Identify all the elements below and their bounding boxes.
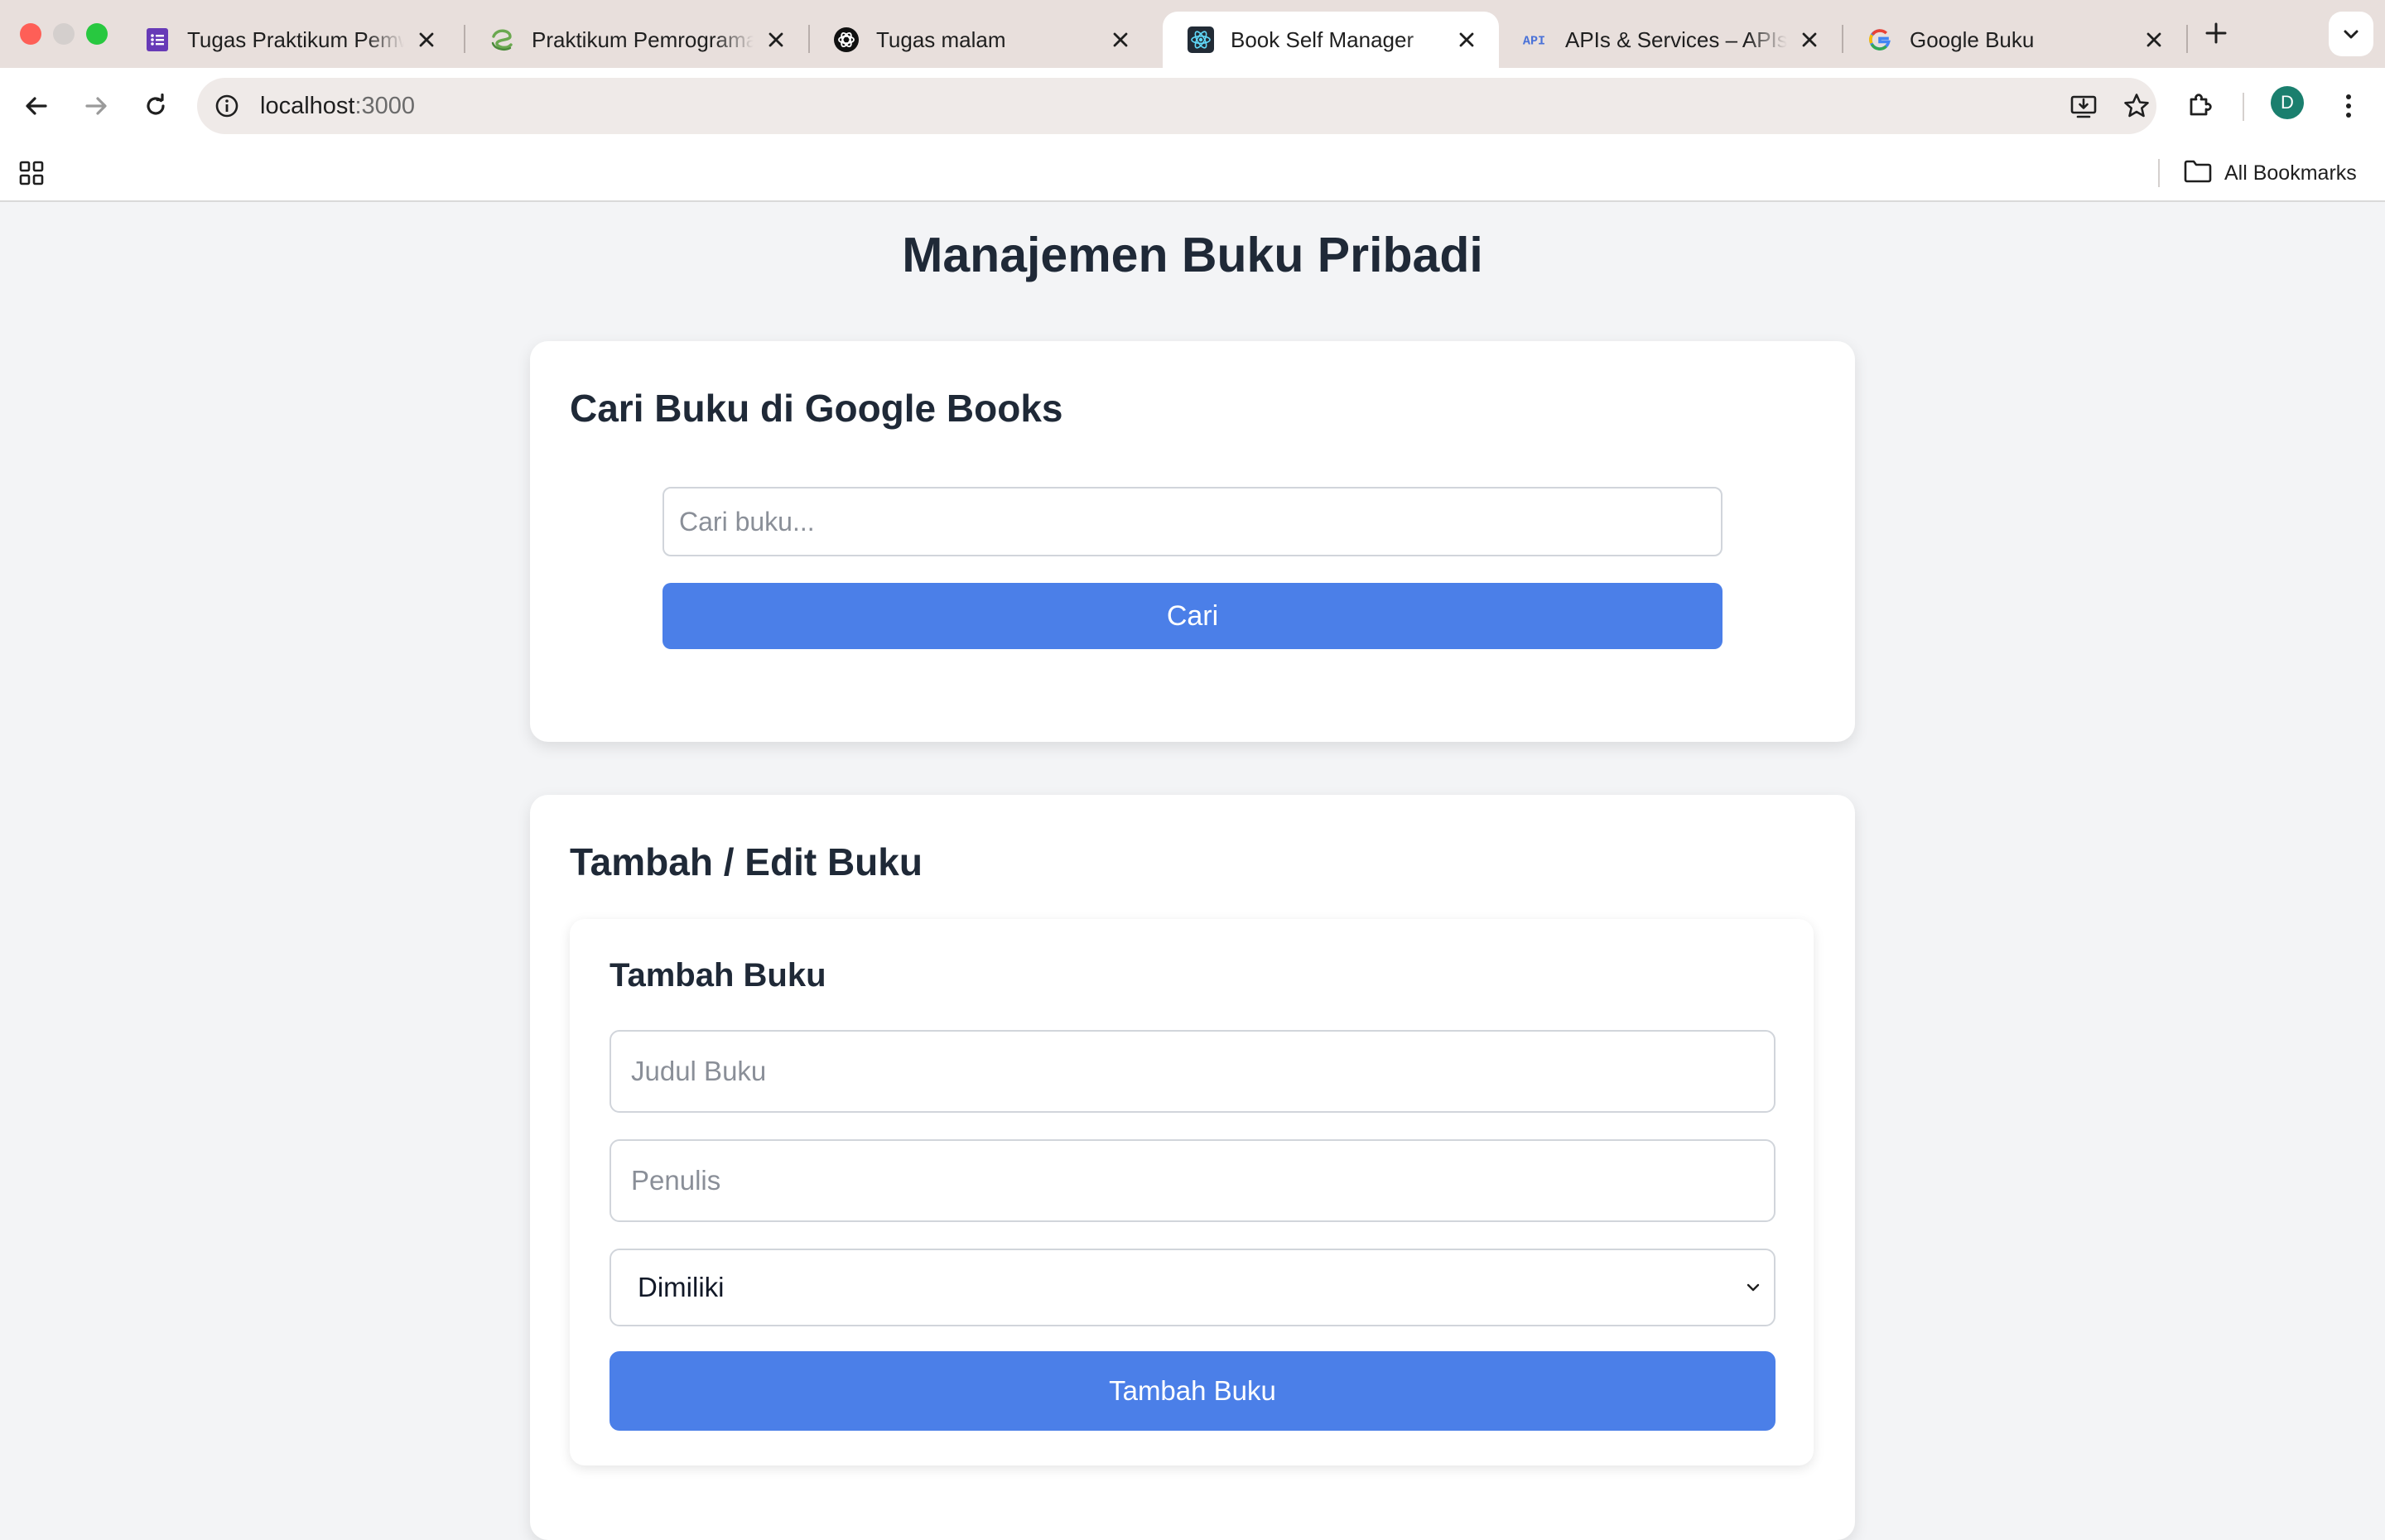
chevron-down-icon — [2344, 30, 2358, 39]
more-vertical-icon — [2346, 94, 2351, 118]
add-book-form: Tambah Buku Dimiliki Tambah Buku — [570, 919, 1814, 1465]
tab-title: Book Self Manager — [1231, 26, 1414, 52]
apps-grid-icon[interactable] — [17, 158, 46, 188]
window-close-button[interactable] — [20, 23, 41, 45]
api-favicon-text: API — [1523, 33, 1545, 48]
back-button[interactable] — [17, 86, 56, 126]
book-search-input[interactable] — [662, 487, 1722, 556]
folder-icon — [2183, 159, 2213, 188]
profile-avatar[interactable]: D — [2271, 86, 2304, 119]
browser-tab-bar: Tugas Praktikum Pemwe Praktikum Pemrogra… — [0, 0, 2385, 68]
page-content: Manajemen Buku Pribadi Cari Buku di Goog… — [0, 202, 2385, 1540]
close-icon[interactable] — [764, 27, 788, 52]
tab-search-button[interactable] — [2329, 12, 2373, 56]
book-title-input[interactable] — [610, 1030, 1776, 1113]
search-button[interactable]: Cari — [662, 583, 1722, 649]
browser-tab-active[interactable]: Book Self Manager — [1163, 12, 1499, 68]
toolbar-separator — [2243, 93, 2244, 121]
tab-title: Praktikum Pemrograman — [532, 26, 754, 52]
browser-menu-button[interactable] — [2329, 86, 2368, 126]
browser-tab[interactable]: Tugas Praktikum Pemwe — [119, 12, 459, 68]
close-icon[interactable] — [1797, 27, 1822, 52]
google-forms-icon — [144, 26, 171, 53]
reload-button[interactable] — [136, 86, 176, 126]
status-select-value: Dimiliki — [638, 1272, 725, 1302]
close-icon[interactable] — [1108, 27, 1133, 52]
plus-icon — [2205, 22, 2227, 44]
bookmarks-separator — [2158, 159, 2160, 187]
bookmark-star-icon[interactable] — [2118, 88, 2155, 124]
browser-tab[interactable]: Tugas malam — [808, 12, 1153, 68]
all-bookmarks-label: All Bookmarks — [2224, 161, 2357, 185]
search-section-heading: Cari Buku di Google Books — [570, 387, 1063, 430]
close-icon[interactable] — [2142, 27, 2166, 52]
chevron-down-icon — [1742, 1277, 1764, 1298]
tab-title: Tugas Praktikum Pemwe — [187, 26, 404, 52]
site-info-icon[interactable] — [209, 88, 245, 124]
page-title: Manajemen Buku Pribadi — [902, 228, 1483, 282]
form-section-heading: Tambah / Edit Buku — [570, 840, 923, 883]
browser-tab[interactable]: API APIs & Services – APIs & — [1497, 12, 1842, 68]
bookmarks-bar: All Bookmarks — [0, 144, 2385, 202]
window-minimize-button[interactable] — [53, 23, 75, 45]
all-bookmarks-button[interactable]: All Bookmarks — [2183, 156, 2357, 190]
browser-tab[interactable]: Google Buku — [1842, 12, 2186, 68]
openai-icon — [833, 26, 860, 53]
arrow-right-icon — [85, 97, 107, 115]
status-select[interactable]: Dimiliki — [610, 1249, 1776, 1326]
address-bar[interactable]: localhost:3000 — [197, 78, 2156, 134]
book-form-card: Tambah / Edit Buku Tambah Buku Dimiliki … — [530, 795, 1855, 1540]
close-icon[interactable] — [414, 27, 439, 52]
url-host: localhost — [260, 93, 355, 119]
tab-title: APIs & Services – APIs & — [1565, 26, 1787, 52]
tab-title: Google Buku — [1910, 26, 2035, 52]
tab-title: Tugas malam — [876, 26, 1006, 52]
forward-button[interactable] — [76, 86, 116, 126]
close-icon[interactable] — [1454, 27, 1479, 52]
puzzle-icon — [2190, 94, 2212, 116]
react-icon — [1188, 26, 1214, 53]
extensions-button[interactable] — [2180, 86, 2219, 126]
tab-separator — [2186, 25, 2188, 53]
window-zoom-button[interactable] — [86, 23, 108, 45]
swirl-logo-icon — [489, 26, 515, 53]
browser-tab[interactable]: Praktikum Pemrograman — [464, 12, 808, 68]
new-tab-button[interactable] — [2201, 18, 2231, 48]
api-icon: API — [1522, 26, 1549, 53]
url-port: :3000 — [354, 93, 416, 119]
arrow-left-icon — [26, 97, 47, 115]
browser-toolbar: localhost:3000 — [0, 68, 2385, 144]
google-icon — [1867, 26, 1893, 53]
form-title: Tambah Buku — [610, 957, 826, 994]
google-books-search-card: Cari Buku di Google Books Cari — [530, 341, 1855, 742]
url-text: localhost:3000 — [260, 78, 415, 134]
author-input[interactable] — [610, 1139, 1776, 1222]
install-app-icon[interactable] — [2065, 88, 2102, 124]
add-book-button[interactable]: Tambah Buku — [610, 1351, 1776, 1431]
reload-icon — [147, 93, 165, 115]
